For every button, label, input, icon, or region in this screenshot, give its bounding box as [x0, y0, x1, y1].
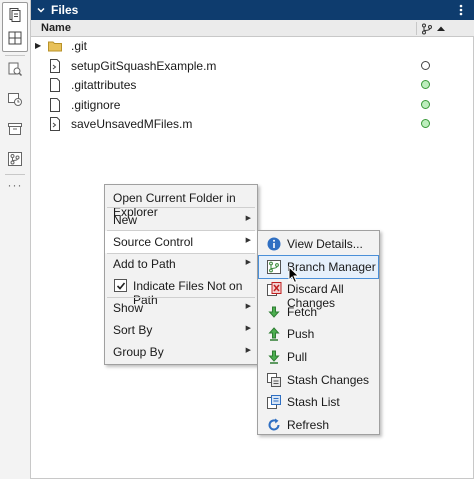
- git-status-untracked-icon: [421, 60, 430, 70]
- info-icon: [266, 236, 282, 252]
- file-name: setupGitSquashExample.m: [71, 58, 217, 73]
- stash-list-icon: [266, 394, 282, 410]
- menu-item-discard-all-changes[interactable]: Discard All Changes: [259, 278, 378, 310]
- file-name: .gitattributes: [71, 78, 137, 92]
- column-header: Name: [31, 20, 474, 37]
- menu-item-push[interactable]: Push: [259, 323, 378, 345]
- menu-item-add-to-path[interactable]: Add to Path ▶: [105, 253, 257, 275]
- file-row[interactable]: .gitattributes: [31, 76, 474, 95]
- pull-icon: [266, 349, 282, 365]
- toolstrip-divider: [5, 174, 25, 175]
- menu-item-branch-manager[interactable]: Branch Manager: [258, 254, 379, 279]
- file-row[interactable]: ▶ .git: [31, 37, 474, 56]
- script-file-icon: [47, 58, 63, 74]
- file-name: .git: [71, 39, 88, 53]
- panel-options-icon[interactable]: [454, 0, 468, 20]
- file-name: saveUnsavedMFiles.m: [71, 117, 193, 131]
- menu-item-new[interactable]: New ▶: [105, 209, 257, 231]
- menu-item-stash-changes[interactable]: Stash Changes: [259, 369, 378, 391]
- submenu-arrow-icon: ▶: [245, 237, 251, 244]
- submenu-arrow-icon: ▶: [245, 259, 251, 266]
- menu-item-view-details[interactable]: View Details...: [259, 233, 378, 255]
- menu-item-label: Stash Changes: [287, 372, 370, 387]
- submenu-arrow-icon: ▶: [245, 325, 251, 332]
- folder-icon: [47, 38, 63, 54]
- menu-item-label: Branch Manager: [287, 259, 376, 274]
- source-control-icon[interactable]: [4, 148, 26, 170]
- menu-item-group-by[interactable]: Group By ▶: [105, 341, 257, 363]
- name-column-header[interactable]: Name: [41, 22, 71, 34]
- panel-header: Files: [31, 0, 474, 20]
- menu-item-label: Push: [287, 327, 315, 342]
- submenu-arrow-icon: ▶: [245, 347, 251, 354]
- menu-item-label: Source Control: [113, 235, 194, 249]
- menu-item-label: Stash List: [287, 395, 340, 410]
- menu-item-label: Pull: [287, 350, 308, 364]
- file-row[interactable]: .gitignore: [31, 96, 474, 115]
- menu-item-label: New: [113, 213, 138, 227]
- menu-item-label: Sort By: [113, 323, 153, 337]
- menu-item-label: View Details...: [287, 237, 363, 251]
- fetch-icon: [266, 304, 282, 320]
- left-toolstrip: ···: [0, 0, 31, 479]
- menu-item-refresh[interactable]: Refresh: [259, 414, 378, 436]
- mouse-cursor-icon: [288, 266, 300, 284]
- menu-item-fetch[interactable]: Fetch: [259, 301, 378, 323]
- script-file-icon: [47, 116, 63, 132]
- menu-item-label: Show: [113, 301, 144, 315]
- more-tools-icon[interactable]: ···: [6, 179, 24, 191]
- git-status-committed-icon: [421, 99, 430, 109]
- sort-ascending-icon: [437, 26, 445, 31]
- menu-separator: [107, 207, 255, 208]
- expand-arrow-icon[interactable]: ▶: [35, 41, 45, 51]
- menu-item-source-control[interactable]: Source Control ▶: [105, 231, 257, 253]
- file-icon: [47, 77, 63, 93]
- collapse-chevron-icon[interactable]: [31, 0, 51, 20]
- file-row[interactable]: setupGitSquashExample.m: [31, 57, 474, 76]
- git-column-header[interactable]: [417, 20, 473, 37]
- branch-manager-icon: [266, 259, 282, 275]
- discard-changes-icon: [266, 281, 282, 297]
- menu-item-pull[interactable]: Pull: [259, 346, 378, 368]
- menu-item-label: Add to Path: [113, 257, 176, 271]
- refresh-icon: [266, 417, 282, 433]
- file-icon: [47, 97, 63, 113]
- layout-grid-icon[interactable]: [4, 27, 26, 49]
- context-menu: Open Current Folder in Explorer New ▶ Sourc…: [104, 184, 258, 365]
- stash-changes-icon: [266, 372, 282, 388]
- menu-item-label: Fetch: [287, 304, 318, 319]
- git-status-committed-icon: [421, 119, 430, 128]
- archive-icon[interactable]: [4, 118, 26, 140]
- file-browser-icon[interactable]: [4, 4, 26, 26]
- menu-item-label: Refresh: [287, 417, 330, 432]
- menu-item-open-current-folder-in-explorer[interactable]: Open Current Folder in Explorer: [105, 187, 257, 219]
- toolstrip-divider: [5, 55, 25, 56]
- panel-title: Files: [51, 3, 79, 17]
- submenu-arrow-icon: ▶: [245, 303, 251, 310]
- git-branch-icon: [422, 23, 432, 34]
- submenu-arrow-icon: ▶: [245, 215, 251, 222]
- checkbox-checked-icon[interactable]: [114, 279, 127, 292]
- menu-item-label: Group By: [113, 345, 164, 359]
- menu-item-show[interactable]: Show ▶: [105, 297, 257, 319]
- source-control-submenu: View Details... Branch Manager Discard All…: [257, 230, 380, 435]
- menu-item-sort-by[interactable]: Sort By ▶: [105, 319, 257, 341]
- git-status-committed-icon: [421, 80, 430, 89]
- menu-item-stash-list[interactable]: Stash List: [259, 391, 378, 413]
- history-icon[interactable]: [4, 88, 26, 110]
- menu-item-indicate-files-not-on-path[interactable]: Indicate Files Not on Path: [105, 275, 257, 307]
- push-icon: [266, 326, 282, 342]
- file-row[interactable]: saveUnsavedMFiles.m: [31, 115, 474, 134]
- find-files-icon[interactable]: [4, 58, 26, 80]
- file-name: .gitignore: [71, 97, 121, 112]
